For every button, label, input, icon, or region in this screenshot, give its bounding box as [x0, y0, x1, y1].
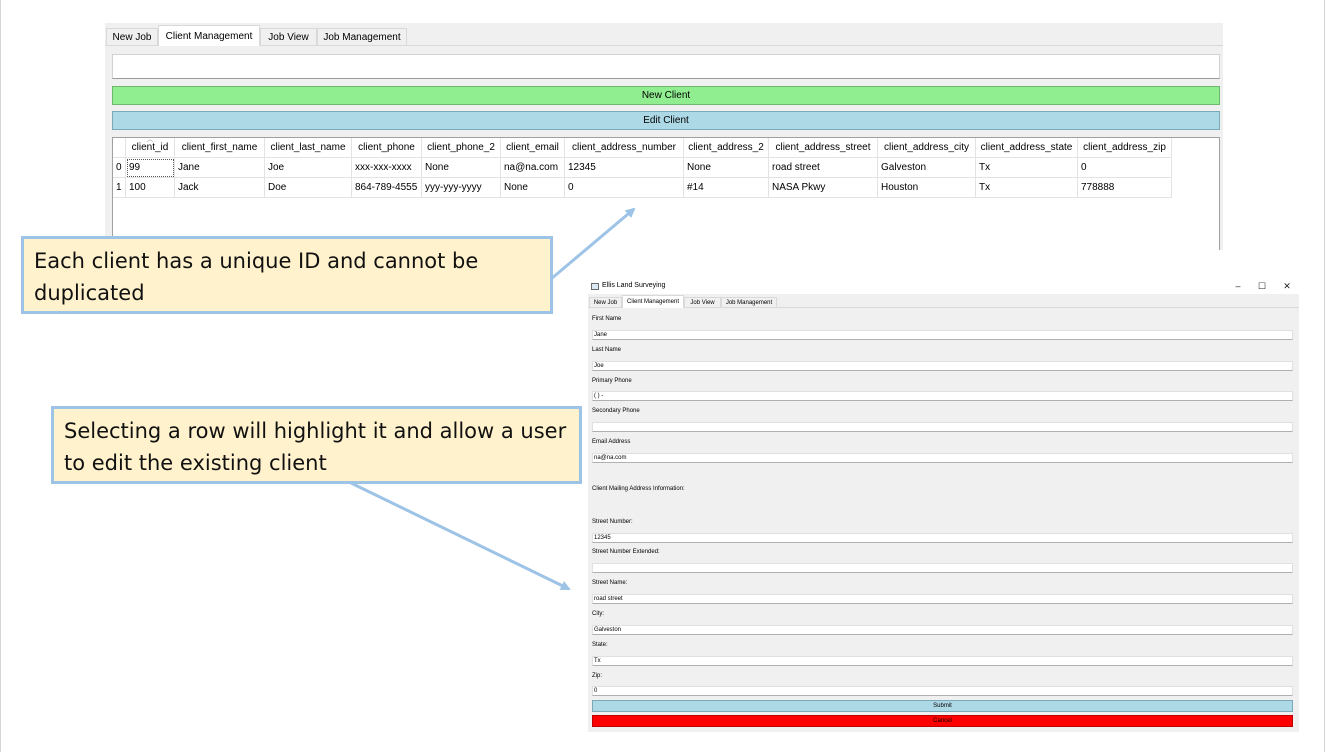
email-label: Email Address: [592, 439, 631, 445]
first-name-field[interactable]: Jane: [592, 330, 1293, 340]
mailing-address-header: Client Mailing Address Information:: [592, 486, 685, 492]
table-cell[interactable]: yyy-yyy-yyyy: [421, 177, 501, 198]
column-header-client-address-street[interactable]: client_address_street: [768, 138, 878, 158]
column-header-client-id[interactable]: ︿ client_id: [125, 137, 175, 158]
table-cell[interactable]: NASA Pkwy: [768, 177, 878, 198]
zip-label: Zip:: [592, 673, 603, 679]
column-header-client-address-2[interactable]: client_address_2: [683, 138, 769, 158]
street-number-extended-label: Street Number Extended:: [592, 549, 660, 555]
secondary-phone-field[interactable]: [592, 422, 1293, 432]
table-cell[interactable]: 0: [1077, 157, 1172, 178]
table-cell[interactable]: 100: [125, 177, 175, 198]
column-header-client-phone[interactable]: client_phone: [351, 138, 422, 158]
primary-phone-label: Primary Phone: [592, 378, 632, 384]
sort-indicator-icon: ︿: [146, 137, 154, 143]
table-cell[interactable]: Jack: [174, 177, 265, 198]
column-header-client-first-name[interactable]: client_first_name: [174, 138, 265, 158]
table-cell[interactable]: Jane: [174, 157, 265, 178]
tab-new-job[interactable]: New Job: [106, 28, 158, 45]
maximize-icon[interactable]: ☐: [1255, 280, 1269, 293]
dialog-tab-job-view[interactable]: Job View: [684, 297, 721, 307]
minimize-icon[interactable]: –: [1231, 280, 1245, 293]
cancel-button[interactable]: Cancel: [592, 715, 1293, 727]
dialog-tab-bar: New Job Client Management Job View Job M…: [588, 295, 1299, 308]
tab-job-management[interactable]: Job Management: [317, 28, 407, 45]
callout-unique-id: Each client has a unique ID and cannot b…: [21, 236, 553, 314]
street-number-field[interactable]: 12345: [592, 533, 1293, 543]
dialog-tab-new-job[interactable]: New Job: [589, 297, 622, 307]
tab-client-management[interactable]: Client Management: [158, 25, 260, 46]
city-label: City:: [592, 611, 604, 617]
table-header-row: ︿ client_id client_first_name client_last…: [113, 138, 1172, 158]
zip-field[interactable]: 0: [592, 686, 1293, 696]
table-row[interactable]: 0 99 Jane Joe xxx-xxx-xxxx None na@na.co…: [113, 157, 1172, 178]
email-field[interactable]: na@na.com: [592, 453, 1293, 463]
table-cell[interactable]: #14: [683, 177, 769, 198]
column-header-client-email[interactable]: client_email: [500, 138, 565, 158]
table-cell[interactable]: Joe: [264, 157, 352, 178]
row-header[interactable]: 0: [113, 157, 126, 178]
street-number-extended-field[interactable]: [592, 563, 1293, 573]
table-cell[interactable]: 12345: [564, 157, 684, 178]
arrow-to-dialog-icon: [350, 481, 571, 591]
table-row[interactable]: 1 100 Jack Doe 864-789-4555 yyy-yyy-yyyy…: [113, 177, 1172, 198]
row-header[interactable]: 1: [113, 177, 126, 198]
close-icon[interactable]: ✕: [1280, 280, 1294, 293]
edit-client-dialog: Ellis Land Surveying – ☐ ✕ New Job Clien…: [588, 280, 1299, 732]
column-header-client-address-zip[interactable]: client_address_zip: [1077, 138, 1172, 158]
table-cell[interactable]: 864-789-4555: [351, 177, 422, 198]
table-corner[interactable]: [113, 138, 126, 158]
table-cell[interactable]: Doe: [264, 177, 352, 198]
table-cell[interactable]: Houston: [877, 177, 976, 198]
table-cell[interactable]: 99: [125, 157, 175, 178]
dialog-title-bar[interactable]: Ellis Land Surveying – ☐ ✕: [588, 280, 1299, 294]
app-window-icon: [591, 283, 599, 290]
street-number-label: Street Number:: [592, 519, 633, 525]
dialog-tab-client-management[interactable]: Client Management: [622, 295, 684, 308]
tab-job-view[interactable]: Job View: [260, 28, 317, 45]
client-table[interactable]: ︿ client_id client_first_name client_last…: [112, 137, 1220, 250]
street-name-label: Street Name:: [592, 580, 628, 586]
state-field[interactable]: Tx: [592, 656, 1293, 666]
table-cell[interactable]: 0: [564, 177, 684, 198]
table-cell[interactable]: None: [421, 157, 501, 178]
submit-button[interactable]: Submit: [592, 700, 1293, 712]
state-label: State:: [592, 642, 608, 648]
callout-select-row: Selecting a row will highlight it and al…: [51, 406, 582, 484]
column-header-client-address-state[interactable]: client_address_state: [975, 138, 1078, 158]
column-header-client-address-city[interactable]: client_address_city: [877, 138, 976, 158]
tab-bar: New Job Client Management Job View Job M…: [105, 23, 1223, 46]
dialog-tab-job-management[interactable]: Job Management: [721, 297, 777, 307]
table-cell[interactable]: road street: [768, 157, 878, 178]
column-header-client-address-number[interactable]: client_address_number: [564, 138, 684, 158]
primary-phone-field[interactable]: ( ) -: [592, 391, 1293, 401]
new-client-button[interactable]: New Client: [112, 86, 1220, 105]
column-header-client-phone-2[interactable]: client_phone_2: [421, 138, 501, 158]
table-cell[interactable]: Tx: [975, 177, 1078, 198]
city-field[interactable]: Galveston: [592, 625, 1293, 635]
street-name-field[interactable]: road street: [592, 594, 1293, 604]
table-cell[interactable]: None: [683, 157, 769, 178]
column-header-client-last-name[interactable]: client_last_name: [264, 138, 352, 158]
table-cell[interactable]: Tx: [975, 157, 1078, 178]
edit-client-button[interactable]: Edit Client: [112, 111, 1220, 130]
client-management-window: New Job Client Management Job View Job M…: [105, 23, 1223, 250]
table-cell[interactable]: None: [500, 177, 565, 198]
dialog-title: Ellis Land Surveying: [602, 282, 666, 289]
client-search-input[interactable]: [112, 54, 1220, 79]
first-name-label: First Name: [592, 316, 622, 322]
table-cell[interactable]: xxx-xxx-xxxx: [351, 157, 422, 178]
table-cell[interactable]: 778888: [1077, 177, 1172, 198]
last-name-field[interactable]: Joe: [592, 361, 1293, 371]
table-cell[interactable]: na@na.com: [500, 157, 565, 178]
secondary-phone-label: Secondary Phone: [592, 408, 640, 414]
column-header-label: client_id: [131, 142, 169, 153]
table-cell[interactable]: Galveston: [877, 157, 976, 178]
last-name-label: Last Name: [592, 347, 622, 353]
client-grid: ︿ client_id client_first_name client_last…: [113, 138, 1172, 198]
